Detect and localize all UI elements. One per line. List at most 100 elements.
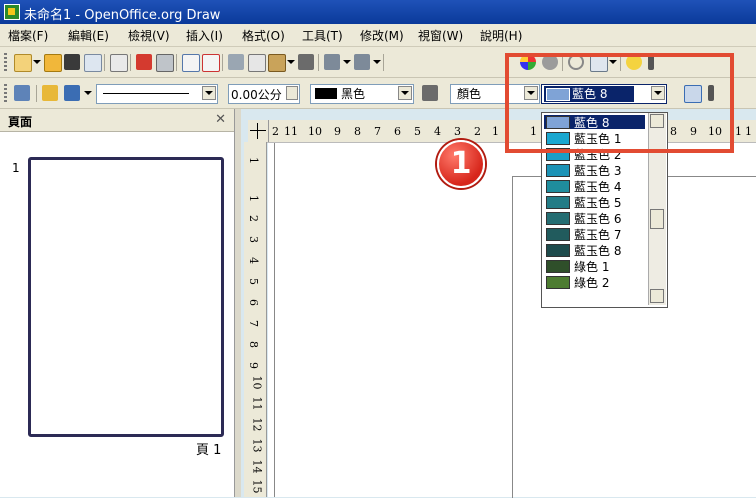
line-color-value: 黑色: [341, 87, 366, 101]
ruler-tick: 5: [247, 278, 260, 285]
ruler-tick: 1: [735, 125, 742, 138]
close-icon[interactable]: ✕: [215, 112, 226, 127]
line-style-select[interactable]: [96, 84, 218, 104]
toolbar-grip[interactable]: [4, 84, 7, 102]
print-icon[interactable]: [156, 54, 174, 72]
vertical-ruler: 1 1 2 3 4 5 6 7 8 9 10 11 12 13 14 15: [244, 142, 267, 497]
ruler-tick: 2: [474, 125, 481, 138]
copy-icon[interactable]: [248, 54, 266, 72]
pages-panel-header: 頁面 ✕: [0, 109, 234, 132]
app-icon: [4, 4, 20, 20]
color-option-label: 綠色 2: [574, 276, 610, 290]
color-option-label: 藍玉色 8: [574, 244, 622, 258]
redo-icon[interactable]: [354, 54, 370, 70]
chevron-down-icon[interactable]: [343, 60, 351, 64]
chevron-down-icon[interactable]: [287, 60, 295, 64]
menu-format[interactable]: 格式(O): [242, 27, 285, 44]
color-option-label: 藍玉色 7: [574, 228, 622, 242]
autospellcheck-icon[interactable]: [202, 54, 220, 72]
chevron-down-icon[interactable]: [398, 86, 412, 100]
format-paintbrush-icon[interactable]: [298, 54, 314, 70]
ruler-tick: 1: [247, 195, 260, 202]
title-bar: 未命名1 - OpenOffice.org Draw: [0, 0, 756, 24]
ruler-tick: 2: [272, 125, 279, 138]
color-swatch: [546, 164, 570, 177]
toolbar-grip[interactable]: [4, 53, 7, 71]
color-option[interactable]: 綠色 2: [544, 275, 645, 290]
color-option[interactable]: 藍玉色 3: [544, 163, 645, 178]
ruler-tick: 4: [247, 257, 260, 264]
pages-panel-title: 頁面: [8, 115, 33, 129]
ruler-tick: 6: [247, 299, 260, 306]
separator: [36, 85, 37, 102]
ruler-tick: 12: [250, 417, 264, 432]
color-option[interactable]: 藍玉色 6: [544, 211, 645, 226]
edit-file-icon[interactable]: [110, 54, 128, 72]
ruler-tick: 8: [247, 341, 260, 348]
line-icon[interactable]: [42, 85, 58, 101]
ruler-tick: 11: [284, 125, 298, 138]
color-swatch: [546, 180, 570, 193]
arrow-style-icon[interactable]: [64, 85, 80, 101]
page-number: 1: [12, 161, 20, 175]
ruler-tick: 15: [250, 479, 264, 494]
undo-icon[interactable]: [324, 54, 340, 70]
menu-edit[interactable]: 編輯(E): [68, 27, 109, 44]
ruler-tick: 3: [247, 236, 260, 243]
menu-modify[interactable]: 修改(M): [360, 27, 404, 44]
separator: [176, 54, 177, 71]
ruler-tick: 9: [247, 362, 260, 369]
color-option-label: 綠色 1: [574, 260, 610, 274]
ruler-corner-icon[interactable]: [248, 120, 269, 142]
menu-view[interactable]: 檢視(V): [128, 27, 170, 44]
ruler-tick: 11: [250, 396, 264, 411]
ruler-tick: 3: [454, 125, 461, 138]
ruler-tick: 4: [434, 125, 441, 138]
ruler-tick: 9: [334, 125, 341, 138]
email-icon[interactable]: [84, 54, 102, 72]
color-option[interactable]: 藍玉色 5: [544, 195, 645, 210]
separator: [130, 54, 131, 71]
drawing-canvas[interactable]: [268, 143, 756, 498]
ruler-tick: 1: [247, 157, 260, 164]
ruler-tick: 7: [374, 125, 381, 138]
styles-icon[interactable]: [14, 85, 30, 101]
annotation-step-badge: 1: [437, 140, 485, 188]
save-icon[interactable]: [64, 54, 80, 70]
new-document-icon[interactable]: [14, 54, 32, 72]
menu-help[interactable]: 說明(H): [480, 27, 522, 44]
panel-splitter[interactable]: [235, 109, 241, 497]
page-margin-line: [274, 143, 275, 497]
open-folder-icon[interactable]: [44, 54, 62, 72]
scroll-down-icon[interactable]: [650, 289, 664, 303]
spinner-arrows-icon[interactable]: [286, 86, 298, 100]
cut-icon[interactable]: [228, 54, 244, 70]
menu-insert[interactable]: 插入(I): [186, 27, 223, 44]
color-swatch: [546, 196, 570, 209]
spellcheck-icon[interactable]: [182, 54, 200, 72]
ruler-tick: 10: [308, 125, 322, 138]
chevron-down-icon[interactable]: [33, 60, 41, 64]
line-width-value: 0.00公分: [231, 88, 282, 102]
export-pdf-icon[interactable]: [136, 54, 152, 70]
scrollbar-thumb[interactable]: [650, 209, 664, 229]
chevron-down-icon[interactable]: [84, 91, 92, 95]
chevron-down-icon[interactable]: [373, 60, 381, 64]
line-width-spinner[interactable]: 0.00公分: [228, 84, 300, 104]
menu-tools[interactable]: 工具(T): [302, 27, 343, 44]
color-option-label: 藍玉色 6: [574, 212, 622, 226]
color-option[interactable]: 藍玉色 8: [544, 243, 645, 258]
pages-panel: 頁面 ✕ 1 頁 1: [0, 109, 235, 497]
separator: [318, 54, 319, 71]
color-option[interactable]: 藍玉色 7: [544, 227, 645, 242]
area-fill-icon[interactable]: [422, 85, 438, 101]
menu-window[interactable]: 視窗(W): [418, 27, 463, 44]
chevron-down-icon[interactable]: [202, 86, 216, 100]
line-color-select[interactable]: 黑色: [310, 84, 414, 104]
page-thumbnail[interactable]: [28, 157, 224, 437]
ruler-tick: 10: [250, 375, 264, 390]
color-option[interactable]: 藍玉色 4: [544, 179, 645, 194]
menu-file[interactable]: 檔案(F): [8, 27, 48, 44]
paste-icon[interactable]: [268, 54, 286, 72]
color-option[interactable]: 綠色 1: [544, 259, 645, 274]
